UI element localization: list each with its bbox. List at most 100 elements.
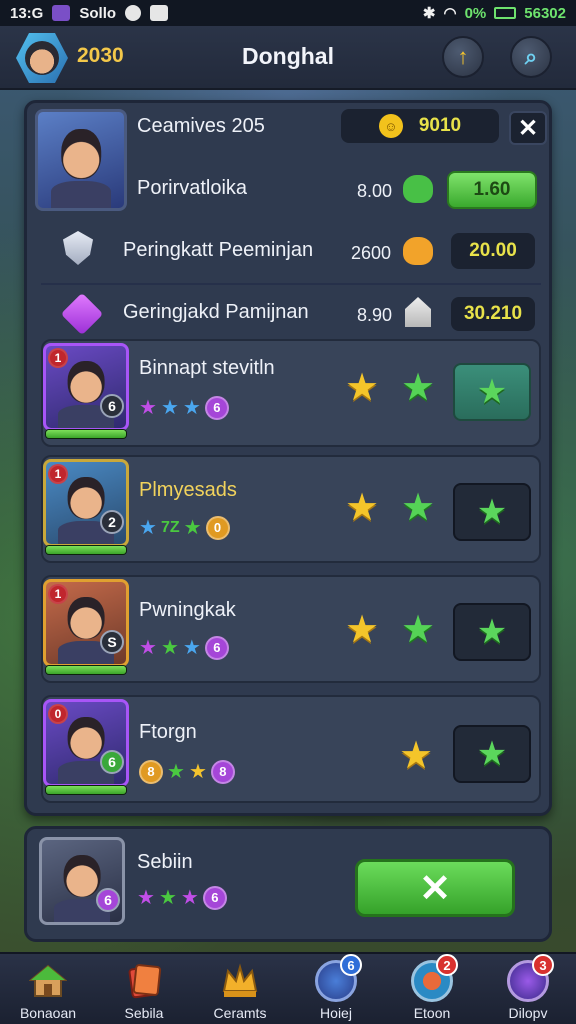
character-2-hp-bar (45, 545, 127, 555)
chat-icon (125, 5, 142, 21)
nav-item-compass[interactable]: 2 Etoon (384, 954, 480, 1024)
green-blob-icon (403, 175, 433, 203)
top-bar: 2030 Donghal ↑ ⌕ (0, 26, 576, 90)
star-icon: ★ (180, 887, 199, 909)
character-1-portrait: 1 6 (43, 343, 129, 431)
selected-character-name: Sebiin (137, 851, 193, 873)
upgrade-button[interactable]: ↑ (442, 36, 484, 78)
battery-icon (494, 7, 517, 19)
divider (41, 283, 541, 285)
star-icon: ★ (182, 397, 201, 419)
nav-item-cards[interactable]: Sebila (96, 954, 192, 1024)
currency-display: ☺ 9010 (341, 109, 499, 143)
star-icon: ★ (139, 637, 157, 659)
arrow-up-icon: ↑ (457, 44, 469, 69)
character-4-hp-fill (46, 786, 126, 794)
nav-item-portal[interactable]: 3 Dilopv (480, 954, 576, 1024)
search-icon: ⌕ (524, 44, 538, 69)
selected-character-card[interactable]: 6 Sebiin ★ ★ ★ 6 ✕ (24, 826, 552, 942)
character-4-name: Ftorgn (139, 721, 197, 743)
selected-character-level-circle: 6 (202, 885, 227, 910)
character-card-4[interactable]: 0 6 Ftorgn 8 ★ ★ 8 ★ ★ (41, 695, 541, 803)
character-2-face-icon (67, 476, 105, 520)
character-3-level-badge: S (100, 630, 124, 654)
character-2-portrait: 1 2 (43, 459, 129, 547)
character-4-left-level-circle: 8 (139, 759, 163, 784)
character-4-face-icon (67, 716, 105, 760)
summary-row-1-button[interactable]: 1.60 (447, 171, 537, 209)
star-icon: ★ (139, 517, 157, 539)
character-card-1[interactable]: 1 6 Binnapt stevitln ★ ★ ★ 6 ★ ★ ★ (41, 339, 541, 447)
character-2-rating: ★ 7Z ★ 0 (139, 515, 230, 540)
nav-item-shield[interactable]: 6 Hoiej (288, 954, 384, 1024)
summary-row-3-label: Geringjakd Pamijnan (123, 301, 309, 323)
character-card-3[interactable]: 1 S Pwningkak ★ ★ ★ 6 ★ ★ ★ (41, 575, 541, 683)
nav-label: Dilopv (508, 1005, 548, 1021)
character-2-hp-fill (46, 546, 126, 554)
y-app-icon (150, 5, 169, 21)
character-4-level-badge: 6 (100, 750, 124, 774)
nav-label: Etoon (413, 1005, 451, 1021)
app-notification-icon (52, 5, 71, 21)
character-3-hp-bar (45, 665, 127, 675)
summary-row-1-value: 8.00 (357, 181, 393, 201)
summary-row-1-label: Porirvatloika (137, 177, 248, 199)
character-2-action-button[interactable]: ★ (453, 483, 531, 541)
character-3-hp-fill (46, 666, 126, 674)
star-icon: ★ (167, 761, 185, 783)
nav-badge: 6 (340, 954, 362, 976)
character-card-2[interactable]: 1 2 Plmyesads ★ 7Z ★ 0 ★ ★ ★ (41, 455, 541, 563)
close-button[interactable]: ✕ (509, 111, 547, 145)
status-right-text: 0% (464, 4, 487, 22)
green-star-icon: ★ (401, 367, 436, 409)
main-panel: Ceamives 205 ☺ 9010 ✕ Porirvatloika 8.00… (24, 100, 552, 816)
nav-label: Bonaoan (19, 1005, 77, 1021)
summary-row-3-button[interactable]: 30.210 (451, 297, 535, 331)
shield-icon (63, 231, 93, 265)
character-2-mini-text: 7Z (160, 518, 180, 536)
summary-row-1-button-label: 1.60 (473, 179, 511, 200)
summary-row-2-button[interactable]: 20.00 (451, 233, 535, 269)
gold-star-icon: ★ (345, 609, 380, 651)
character-1-hp-fill (46, 430, 126, 438)
gold-star-icon: ★ (345, 487, 380, 529)
dismiss-button[interactable]: ✕ (355, 859, 515, 917)
character-4-level-circle: 8 (210, 759, 235, 784)
character-4-portrait: 0 6 (43, 699, 129, 787)
nav-item-home[interactable]: Bonaoan (0, 954, 96, 1024)
search-button[interactable]: ⌕ (510, 36, 552, 78)
summary-row-3-value: 8.90 (357, 305, 393, 325)
star-icon: ★ (182, 637, 201, 659)
star-icon: ★ (188, 761, 207, 783)
currency-value: 9010 (418, 115, 462, 136)
summary-row-2-label: Peringkatt Peeminjan (123, 239, 314, 261)
purple-gem-icon (60, 292, 104, 336)
character-4-action-button[interactable]: ★ (453, 725, 531, 783)
status-app-label: Sollo (79, 4, 117, 22)
selected-character-rating: ★ ★ ★ 6 (137, 885, 227, 910)
character-1-hp-bar (45, 429, 127, 439)
character-3-action-button[interactable]: ★ (453, 603, 531, 661)
hero-portrait[interactable] (35, 109, 127, 211)
character-2-rank-badge: 1 (48, 464, 68, 484)
house-icon (405, 297, 431, 327)
star-icon: ★ (160, 637, 179, 659)
star-icon: ★ (137, 887, 155, 909)
character-1-action-button[interactable]: ★ (453, 363, 531, 421)
character-1-face-icon (67, 360, 105, 404)
star-icon: ★ (183, 517, 202, 539)
nav-label: Hoiej (320, 1005, 352, 1021)
character-2-name: Plmyesads (139, 479, 237, 501)
nav-item-crown[interactable]: Ceramts (192, 954, 288, 1024)
character-3-face-icon (67, 596, 105, 640)
gold-star-icon: ★ (345, 367, 380, 409)
green-star-icon: ★ (476, 493, 508, 531)
hero-face-icon (61, 129, 101, 180)
bottom-nav: Bonaoan Sebila Ceramts 6 Hoiej 2 Etoon 3… (0, 952, 576, 1024)
summary-row-3-button-label: 30.210 (463, 303, 523, 324)
character-2-level-circle: 0 (205, 515, 230, 540)
bluetooth-icon: ✱ (422, 5, 436, 22)
page-title: Donghal (242, 43, 334, 69)
green-star-icon: ★ (401, 609, 436, 651)
close-icon: ✕ (517, 114, 539, 142)
